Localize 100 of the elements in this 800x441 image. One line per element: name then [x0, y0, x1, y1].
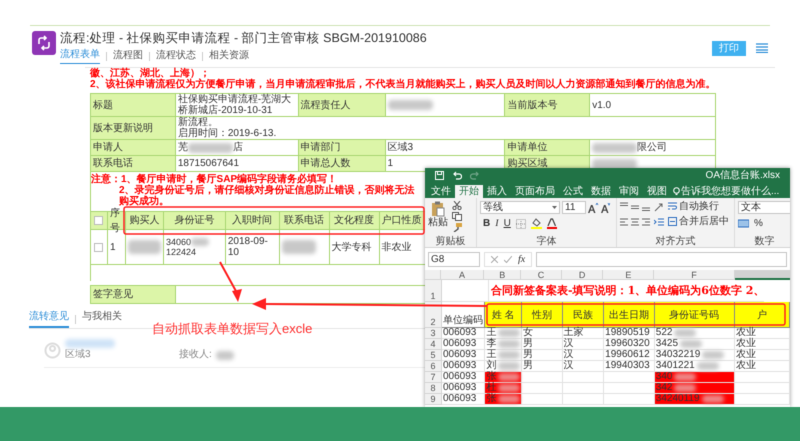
form-value: 1: [388, 158, 394, 169]
sheet-cell: 王: [485, 350, 522, 361]
row-number: 3: [430, 328, 436, 338]
sheet-cell: 王: [485, 328, 522, 339]
ribbon-tab[interactable]: 文件: [427, 185, 455, 198]
underline-button[interactable]: U: [504, 218, 511, 229]
notice-text: 2、该社保申请流程仅为方便餐厅申请，当月申请流程审批后，不代表当月就能购买上，购买人员及时间以人力资源部通知到餐厅的信息为准。: [90, 79, 716, 90]
ribbon-tab[interactable]: 数据: [587, 185, 615, 198]
ribbon-tab[interactable]: 公式: [559, 185, 587, 198]
table-cell-text: 122424: [166, 247, 197, 257]
row-number: 8: [430, 383, 436, 393]
sheet-cell: 340: [654, 372, 735, 383]
sheet-cell: 3401221: [654, 361, 735, 372]
sheet-cell: 006093: [442, 383, 486, 394]
form-value: 启用时间：2019-6-13.: [178, 128, 278, 139]
row-number: 9: [430, 394, 436, 404]
merge-center-button[interactable]: 合并后居中: [668, 216, 729, 227]
sheet-cell: 006093: [442, 394, 486, 405]
insert-function-button[interactable]: fx: [518, 254, 526, 264]
notice-text: 徽、江苏、湖北、上海）；: [90, 68, 210, 79]
column-header: 出生日期: [608, 310, 649, 321]
sheet-cell: 男: [522, 361, 563, 372]
form-label: 申请单位: [507, 142, 548, 153]
sheet-cell: 522: [654, 328, 735, 339]
table-cell: 34060: [166, 237, 191, 247]
row-number: 5: [430, 350, 436, 360]
row-number: 1: [430, 291, 436, 301]
column-header: 性别: [532, 310, 552, 321]
sheet-cell: 006093: [442, 339, 486, 350]
annotation-text: 自动抓取表单数据写入excle: [152, 321, 312, 336]
form-label: 申请总人数: [300, 158, 352, 169]
column-letter: C: [538, 270, 544, 280]
table-cell: 大学专科: [332, 242, 372, 252]
paste-button[interactable]: 粘贴: [428, 201, 448, 236]
header-tab[interactable]: 相关资源: [209, 50, 249, 64]
sheet-cell: 006093: [442, 372, 486, 383]
row-number: 6: [430, 361, 436, 371]
font-size-field[interactable]: 11: [562, 201, 586, 214]
form-value: 店: [232, 142, 243, 153]
sheet-cell: 农业: [734, 328, 790, 339]
opinion-tab[interactable]: 流转意见: [29, 311, 69, 328]
form-value: 社保购买申请流程-芜湖大桥新城店-2019-10-31: [178, 94, 292, 116]
form-value: 芜: [178, 142, 188, 153]
sheet-cell: 006093: [442, 361, 486, 372]
form-value: 18715067641: [178, 158, 240, 169]
ribbon-tab[interactable]: 页面布局: [511, 185, 559, 198]
ribbon-tab[interactable]: 视图: [643, 185, 671, 198]
column-letter: A: [458, 270, 465, 280]
group-label: 数字: [754, 236, 776, 247]
opinion-tab[interactable]: 与我相关: [82, 311, 122, 328]
group-label: 剪贴板: [434, 236, 466, 247]
form-label: 申请部门: [300, 142, 342, 153]
sheet-cell: 汉: [562, 350, 604, 361]
form-label: 版本更新说明: [93, 122, 154, 134]
number-format-field[interactable]: 文本: [738, 201, 790, 214]
sheet-cell: 男: [522, 339, 563, 350]
column-header: 民族: [572, 310, 593, 321]
italic-button[interactable]: I: [495, 218, 499, 229]
sheet-cell: 刘: [485, 361, 522, 372]
sheet-cell: 农业: [734, 339, 790, 350]
row-number: 2: [430, 317, 436, 327]
percent-button[interactable]: %: [754, 218, 763, 229]
sheet-cell: 农业: [734, 350, 790, 361]
form-label: 当前版本号: [507, 100, 558, 110]
sheet-cell: 土家: [562, 328, 604, 339]
sheet-cell: 李: [485, 339, 522, 350]
sheet-cell: 3425: [654, 339, 735, 350]
form-label: 申请人: [93, 142, 124, 153]
ribbon-tab[interactable]: 审阅: [615, 185, 643, 198]
table-cell-text: 2018-09-10: [228, 236, 269, 258]
form-label: 流程责任人: [300, 100, 352, 110]
header-tab[interactable]: 流程状态: [156, 50, 196, 64]
form-value: 区域3: [388, 142, 414, 153]
wrap-text-button[interactable]: 自动换行: [668, 201, 719, 212]
name-box[interactable]: G8: [428, 252, 480, 266]
sheet-cell: 34032219: [654, 350, 735, 361]
sheet-cell: 张: [485, 394, 522, 405]
sheet-cell: 汉: [562, 339, 604, 350]
font-name-field[interactable]: 等线: [480, 201, 560, 214]
column-header: 身份证号: [174, 214, 214, 228]
form-label: 签字意见: [93, 288, 133, 302]
row-number: 4: [430, 339, 436, 349]
header-tab[interactable]: 流程图: [113, 50, 143, 64]
column-header: 序号: [110, 206, 121, 236]
sheet-cell: 342: [654, 383, 735, 394]
form-value: 新流程。: [178, 117, 219, 128]
sheet-cell: 19940303: [604, 361, 655, 372]
sheet-cell: 女: [522, 328, 563, 339]
ribbon-tab[interactable]: 插入: [483, 185, 511, 198]
column-header: 身份证号码: [669, 310, 720, 321]
column-header: 单位编码: [443, 315, 484, 326]
tell-me-field[interactable]: 告诉我您想要做什么...: [673, 185, 780, 198]
column-letter: E: [625, 270, 632, 280]
column-header: 购买人: [129, 214, 160, 228]
file-name: OA信息台账.xlsx: [706, 170, 780, 182]
table-cell: 非农业: [382, 242, 412, 252]
bold-button[interactable]: B: [483, 218, 490, 229]
column-header: 文化程度: [334, 214, 374, 228]
ribbon-tab[interactable]: 开始: [455, 185, 483, 198]
sheet-cell: 汉: [562, 361, 604, 372]
